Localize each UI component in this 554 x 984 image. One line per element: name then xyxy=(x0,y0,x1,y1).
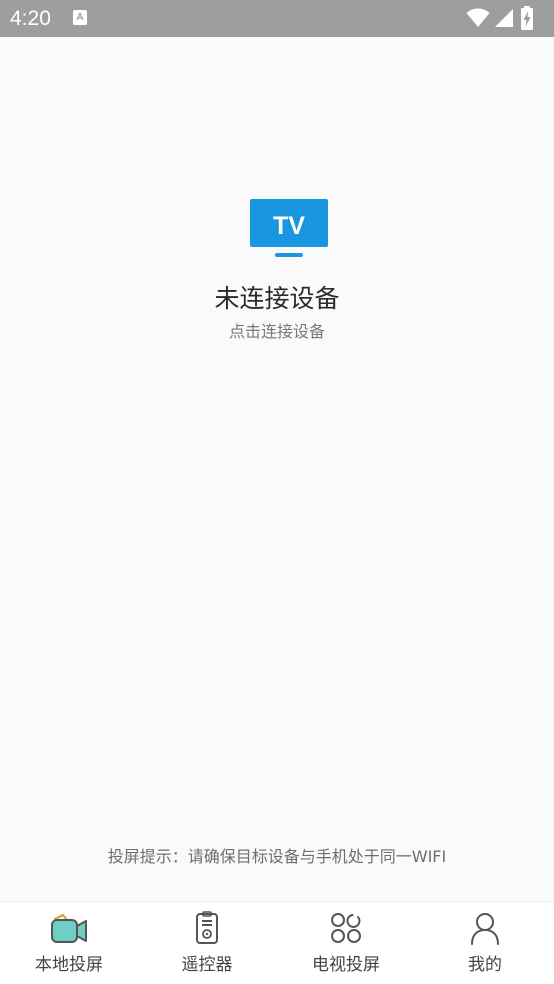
status-bar: 4:20 A xyxy=(0,0,554,37)
tv-icon-label: TV xyxy=(273,212,305,240)
nav-label: 本地投屏 xyxy=(35,955,103,975)
casting-tip: 投屏提示：请确保目标设备与手机处于同一WIFI xyxy=(107,847,447,866)
nav-label: 遥控器 xyxy=(181,955,233,975)
bottom-nav: 本地投屏 遥控器 电视投屏 我的 xyxy=(0,901,554,984)
battery-charging-icon xyxy=(521,6,533,30)
tv-icon: TV xyxy=(250,199,328,257)
circles-grid-icon xyxy=(331,913,361,943)
wifi-icon xyxy=(466,8,490,27)
notification-app-icon: A xyxy=(73,10,87,25)
remote-control-icon xyxy=(196,911,218,944)
video-camera-icon xyxy=(51,913,87,943)
nav-label: 我的 xyxy=(468,955,502,975)
nav-item-local-cast[interactable]: 本地投屏 xyxy=(0,902,138,984)
main-content: TV 未连接设备 点击连接设备 投屏提示：请确保目标设备与手机处于同一WIFI xyxy=(0,37,554,901)
connect-device-hint: 点击连接设备 xyxy=(228,322,325,341)
signal-icon xyxy=(495,9,513,27)
status-icons xyxy=(466,6,546,30)
nav-item-tv-cast[interactable]: 电视投屏 xyxy=(277,902,415,984)
person-icon xyxy=(471,913,499,945)
nav-item-remote-control[interactable]: 遥控器 xyxy=(138,902,276,984)
status-time: 4:20 xyxy=(10,7,51,30)
nav-label: 电视投屏 xyxy=(312,955,380,975)
connection-status-title: 未连接设备 xyxy=(214,284,340,313)
nav-item-mine[interactable]: 我的 xyxy=(416,902,554,984)
connect-device-button[interactable]: TV 未连接设备 点击连接设备 xyxy=(177,187,377,357)
